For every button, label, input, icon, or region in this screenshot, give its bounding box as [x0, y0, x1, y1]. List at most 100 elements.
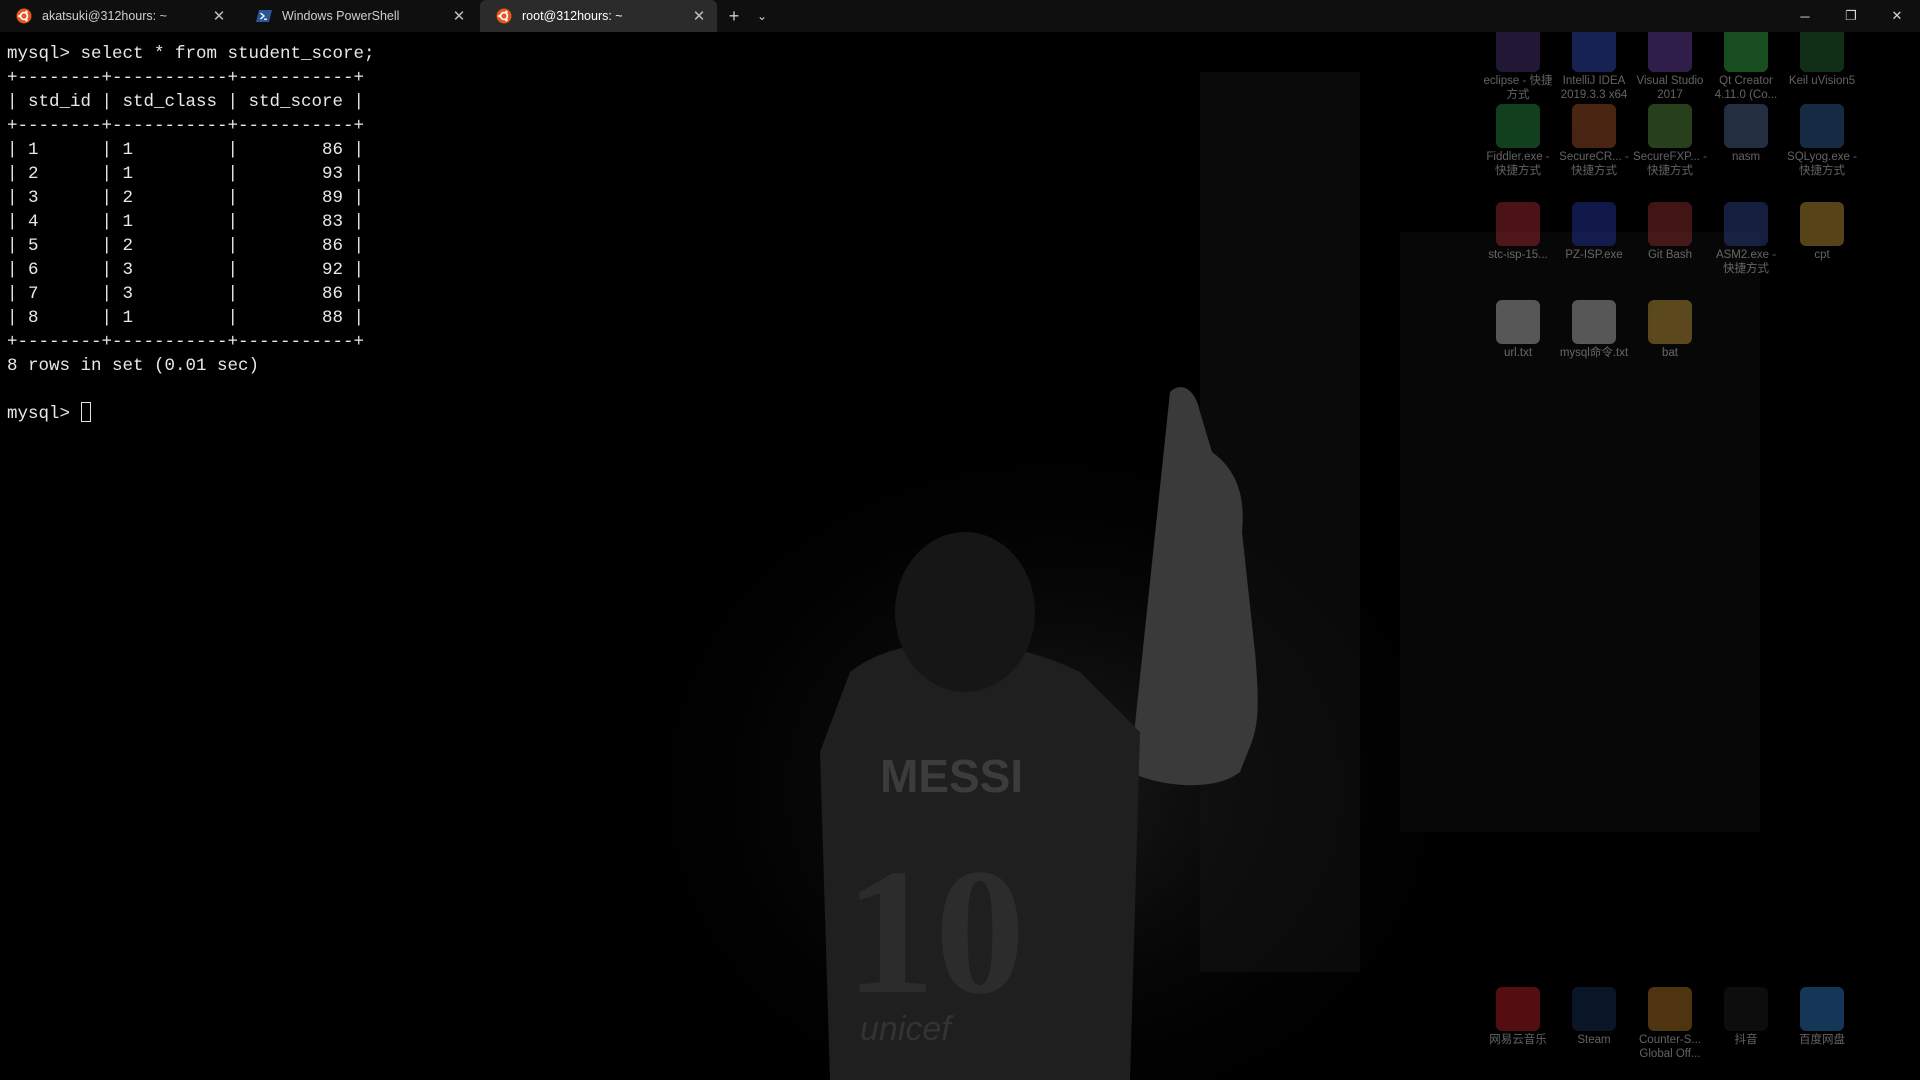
desktop-shortcut[interactable]: eclipse - 快捷方式: [1481, 32, 1555, 102]
jersey-number: 10: [845, 832, 1025, 1031]
douyin-icon: [1724, 987, 1768, 1031]
eclipse-icon: [1496, 32, 1540, 72]
table-row: | 4 | 1 | 83 |: [7, 212, 365, 232]
stc-isp-icon: [1496, 202, 1540, 246]
table-row: | 5 | 2 | 86 |: [7, 236, 365, 256]
jersey-name: MESSI: [880, 750, 1023, 802]
desktop-shortcut-label: Visual Studio 2017: [1636, 75, 1704, 101]
desktop-shortcut-label: nasm: [1731, 151, 1761, 163]
result-summary: 8 rows in set (0.01 sec): [7, 356, 260, 376]
table-border: +--------+-----------+-----------+: [7, 116, 365, 136]
tab-akatsuki[interactable]: akatsuki@312hours: ~ ✕: [0, 0, 237, 32]
desktop-shortcut[interactable]: Qt Creator 4.11.0 (Co...: [1709, 32, 1783, 102]
desktop-shortcut[interactable]: stc-isp-15...: [1481, 202, 1555, 262]
tab-powershell[interactable]: Windows PowerShell ✕: [240, 0, 477, 32]
prompt-line[interactable]: mysql>: [7, 402, 375, 426]
desktop-shortcut[interactable]: Git Bash: [1633, 202, 1707, 262]
desktop-shortcut[interactable]: Visual Studio 2017: [1633, 32, 1707, 102]
prompt-text: mysql>: [7, 404, 81, 424]
tab-root[interactable]: root@312hours: ~ ✕: [480, 0, 717, 32]
table-row: | 2 | 1 | 93 |: [7, 164, 365, 184]
asm2-icon: [1724, 202, 1768, 246]
desktop-shortcut-label: SecureFXP... - 快捷方式: [1633, 151, 1707, 177]
chevron-down-icon[interactable]: ⌄: [748, 0, 776, 32]
nasm-icon: [1724, 104, 1768, 148]
desktop-shortcut[interactable]: PZ-ISP.exe: [1557, 202, 1631, 262]
tab-bar: akatsuki@312hours: ~ ✕ Windows PowerShel…: [0, 0, 1920, 32]
desktop-shortcut[interactable]: nasm: [1709, 104, 1783, 164]
folder-icon: [1648, 300, 1692, 344]
desktop-shortcut[interactable]: cpt: [1785, 202, 1859, 262]
text-file-icon: [1496, 300, 1540, 344]
steam-icon: [1572, 987, 1616, 1031]
terminal-output: mysql> select * from student_score; +----…: [7, 42, 375, 426]
table-row: | 6 | 3 | 92 |: [7, 260, 365, 280]
qt-creator-icon: [1724, 32, 1768, 72]
table-row: | 7 | 3 | 86 |: [7, 284, 365, 304]
new-tab-button[interactable]: +: [720, 0, 748, 32]
securefx-icon: [1648, 104, 1692, 148]
tab-label: akatsuki@312hours: ~: [42, 9, 167, 23]
desktop-shortcut[interactable]: 网易云音乐: [1481, 987, 1555, 1047]
desktop-shortcut-label: eclipse - 快捷方式: [1483, 75, 1553, 101]
minimize-button[interactable]: ─: [1782, 0, 1828, 32]
desktop-shortcut-label: cpt: [1814, 249, 1830, 261]
table-row: | 3 | 2 | 89 |: [7, 188, 365, 208]
desktop-shortcut-label: Steam: [1577, 1034, 1611, 1046]
tab-label: root@312hours: ~: [522, 9, 623, 23]
desktop-shortcut[interactable]: SecureCR... - 快捷方式: [1557, 104, 1631, 178]
desktop-shortcut-label: Qt Creator 4.11.0 (Co...: [1714, 75, 1778, 101]
table-border: +--------+-----------+-----------+: [7, 332, 365, 352]
window-controls: ─ ❐ ✕: [1782, 0, 1920, 32]
desktop-shortcut-label: 抖音: [1734, 1034, 1758, 1046]
close-window-button[interactable]: ✕: [1874, 0, 1920, 32]
table-row: | 1 | 1 | 86 |: [7, 140, 365, 160]
desktop-shortcut[interactable]: IntelliJ IDEA 2019.3.3 x64: [1557, 32, 1631, 102]
terminal-pane[interactable]: MESSI 10 unicef mysql> select * from stu…: [0, 32, 1920, 1080]
table-border: +--------+-----------+-----------+: [7, 68, 365, 88]
desktop-shortcut-label: bat: [1662, 347, 1678, 359]
powershell-icon: [256, 10, 272, 22]
desktop-shortcut[interactable]: Fiddler.exe - 快捷方式: [1481, 104, 1555, 178]
desktop-shortcut[interactable]: mysql命令.txt: [1557, 300, 1631, 360]
intellij-icon: [1572, 32, 1616, 72]
git-bash-icon: [1648, 202, 1692, 246]
desktop-shortcut[interactable]: ASM2.exe - 快捷方式: [1709, 202, 1783, 276]
sqlyog-icon: [1800, 104, 1844, 148]
desktop-shortcut[interactable]: SecureFXP... - 快捷方式: [1633, 104, 1707, 178]
desktop-shortcut[interactable]: 抖音: [1709, 987, 1783, 1047]
desktop-shortcut[interactable]: url.txt: [1481, 300, 1555, 360]
desktop-shortcut[interactable]: Keil uVision5: [1785, 32, 1859, 88]
desktop-shortcut[interactable]: SQLyog.exe - 快捷方式: [1785, 104, 1859, 178]
desktop-shortcut-label: PZ-ISP.exe: [1565, 249, 1623, 261]
baidu-netdisk-icon: [1800, 987, 1844, 1031]
desktop-shortcut-label: SecureCR... - 快捷方式: [1559, 151, 1629, 177]
close-icon[interactable]: ✕: [451, 7, 467, 25]
close-icon[interactable]: ✕: [691, 7, 707, 25]
desktop-shortcut[interactable]: bat: [1633, 300, 1707, 360]
securecrt-icon: [1572, 104, 1616, 148]
desktop-shortcut-label: SQLyog.exe - 快捷方式: [1787, 151, 1857, 177]
restore-button[interactable]: ❐: [1828, 0, 1874, 32]
desktop-shortcut[interactable]: Steam: [1557, 987, 1631, 1047]
desktop-shortcut[interactable]: 百度网盘: [1785, 987, 1859, 1047]
desktop-shortcut[interactable]: Counter-S... Global Off...: [1633, 987, 1707, 1061]
keil-icon: [1800, 32, 1844, 72]
desktop-shortcut-label: url.txt: [1503, 347, 1533, 359]
desktop-shortcut-label: Fiddler.exe - 快捷方式: [1486, 151, 1550, 177]
table-row: | 8 | 1 | 88 |: [7, 308, 365, 328]
folder-icon: [1800, 202, 1844, 246]
desktop-shortcut-label: mysql命令.txt: [1559, 347, 1629, 359]
ubuntu-icon: [16, 8, 32, 24]
desktop-shortcut-label: Keil uVision5: [1788, 75, 1856, 87]
text-file-icon: [1572, 300, 1616, 344]
visual-studio-icon: [1648, 32, 1692, 72]
desktop-shortcut-label: stc-isp-15...: [1488, 249, 1548, 261]
desktop-shortcut-label: 网易云音乐: [1489, 1034, 1547, 1046]
jersey-sponsor: unicef: [860, 1010, 954, 1048]
close-icon[interactable]: ✕: [211, 7, 227, 25]
fiddler-icon: [1496, 104, 1540, 148]
desktop-shortcut-label: ASM2.exe - 快捷方式: [1715, 249, 1777, 275]
tab-label: Windows PowerShell: [282, 9, 400, 23]
